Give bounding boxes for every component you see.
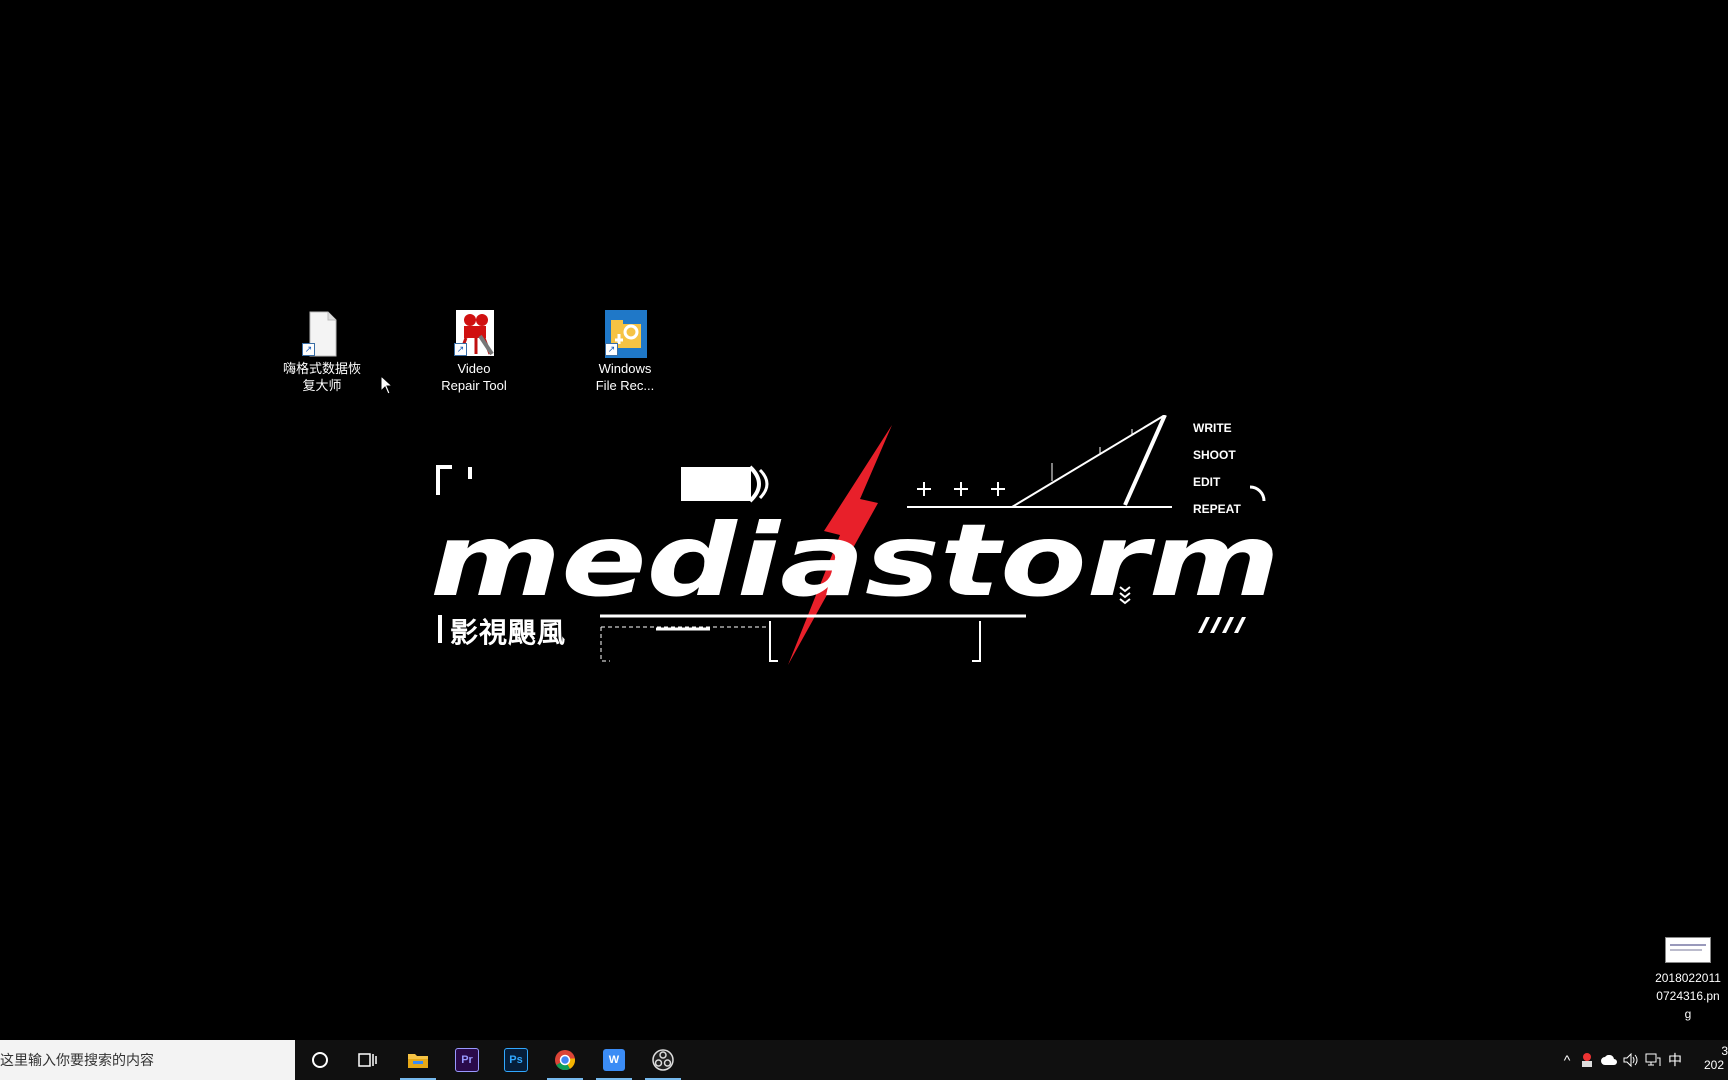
shortcut-arrow-icon: ↗: [454, 343, 467, 356]
desktop-icon-label: Windows File Rec...: [595, 361, 655, 393]
desktop-icon-data-recovery[interactable]: ↗ 嗨格式数据恢 复大师: [272, 310, 372, 394]
mouse-cursor-icon: [380, 375, 394, 395]
taskbar-app-photoshop[interactable]: Ps: [492, 1040, 540, 1080]
brand-wordmark: mediastorm: [430, 502, 1280, 619]
cortana-circle-icon: [312, 1052, 328, 1068]
photoshop-icon: Ps: [504, 1048, 528, 1072]
desktop-icon-label: 嗨格式数据恢 复大师: [282, 361, 361, 393]
taskbar-search-box[interactable]: 在这里输入你要搜索的内容: [0, 1040, 295, 1080]
desktop-icon-label: Video Repair Tool: [441, 361, 507, 393]
file-recovery-icon: ↗: [603, 310, 649, 358]
wallpaper-menu-words: WRITE SHOOT EDIT REPEAT: [1193, 415, 1241, 523]
obs-icon: [652, 1049, 674, 1071]
task-view-icon: [358, 1053, 377, 1067]
desktop-icon-windows-file-recovery[interactable]: ↗ Windows File Rec...: [575, 310, 675, 394]
shortcut-arrow-icon: ↗: [302, 343, 315, 356]
taskbar-app-chrome[interactable]: [541, 1040, 589, 1080]
wps-icon: W: [603, 1049, 625, 1071]
folder-icon: [408, 1054, 428, 1068]
premiere-pro-icon: Pr: [455, 1048, 479, 1072]
blank-document-icon: ↗: [300, 310, 344, 358]
taskbar-app-premiere-pro[interactable]: Pr: [443, 1040, 491, 1080]
task-view-button[interactable]: [344, 1040, 392, 1080]
taskbar: 在这里输入你要搜索的内容 Pr Ps W ^ 中 3 202: [0, 1040, 1728, 1080]
chevron-up-icon[interactable]: ^: [1558, 1052, 1576, 1068]
movie-camera-repair-icon: ↗: [452, 310, 496, 358]
network-icon[interactable]: [1642, 1053, 1664, 1067]
cortana-button[interactable]: [296, 1040, 344, 1080]
desktop-icon-label: 2018022011 0724316.pn g: [1655, 971, 1721, 1021]
image-thumbnail-icon: [1665, 937, 1711, 963]
brand-chinese-name: 影視颶風: [450, 616, 567, 649]
wallpaper-logo: mediastorm 影視颶風 WRITE SHOOT EDIT REPEAT: [420, 414, 1320, 675]
taskbar-clock[interactable]: 3 202: [1702, 1040, 1728, 1080]
taskbar-app-file-explorer[interactable]: [394, 1040, 442, 1080]
desktop-icon-video-repair-tool[interactable]: ↗ Video Repair Tool: [424, 310, 524, 394]
desktop[interactable]: ↗ 嗨格式数据恢 复大师 ↗ Video Repair Tool ↗ Windo…: [0, 0, 1728, 1040]
ime-indicator[interactable]: 中: [1664, 1050, 1686, 1070]
desktop-icon-png-file[interactable]: 2018022011 0724316.pn g: [1648, 937, 1728, 1023]
shortcut-arrow-icon: ↗: [605, 343, 618, 356]
chrome-icon: [555, 1050, 576, 1071]
search-placeholder: 在这里输入你要搜索的内容: [0, 1052, 154, 1068]
volume-icon[interactable]: [1620, 1053, 1642, 1067]
tray-app-icon[interactable]: [1576, 1052, 1598, 1068]
menu-word: SHOOT: [1193, 448, 1236, 462]
menu-word: WRITE: [1193, 421, 1232, 435]
menu-word: REPEAT: [1193, 502, 1241, 516]
cloud-icon[interactable]: [1598, 1055, 1620, 1065]
taskbar-app-obs[interactable]: [639, 1040, 687, 1080]
taskbar-app-wps[interactable]: W: [590, 1040, 638, 1080]
system-tray: ^ 中: [1558, 1040, 1686, 1080]
menu-word: EDIT: [1193, 475, 1221, 489]
